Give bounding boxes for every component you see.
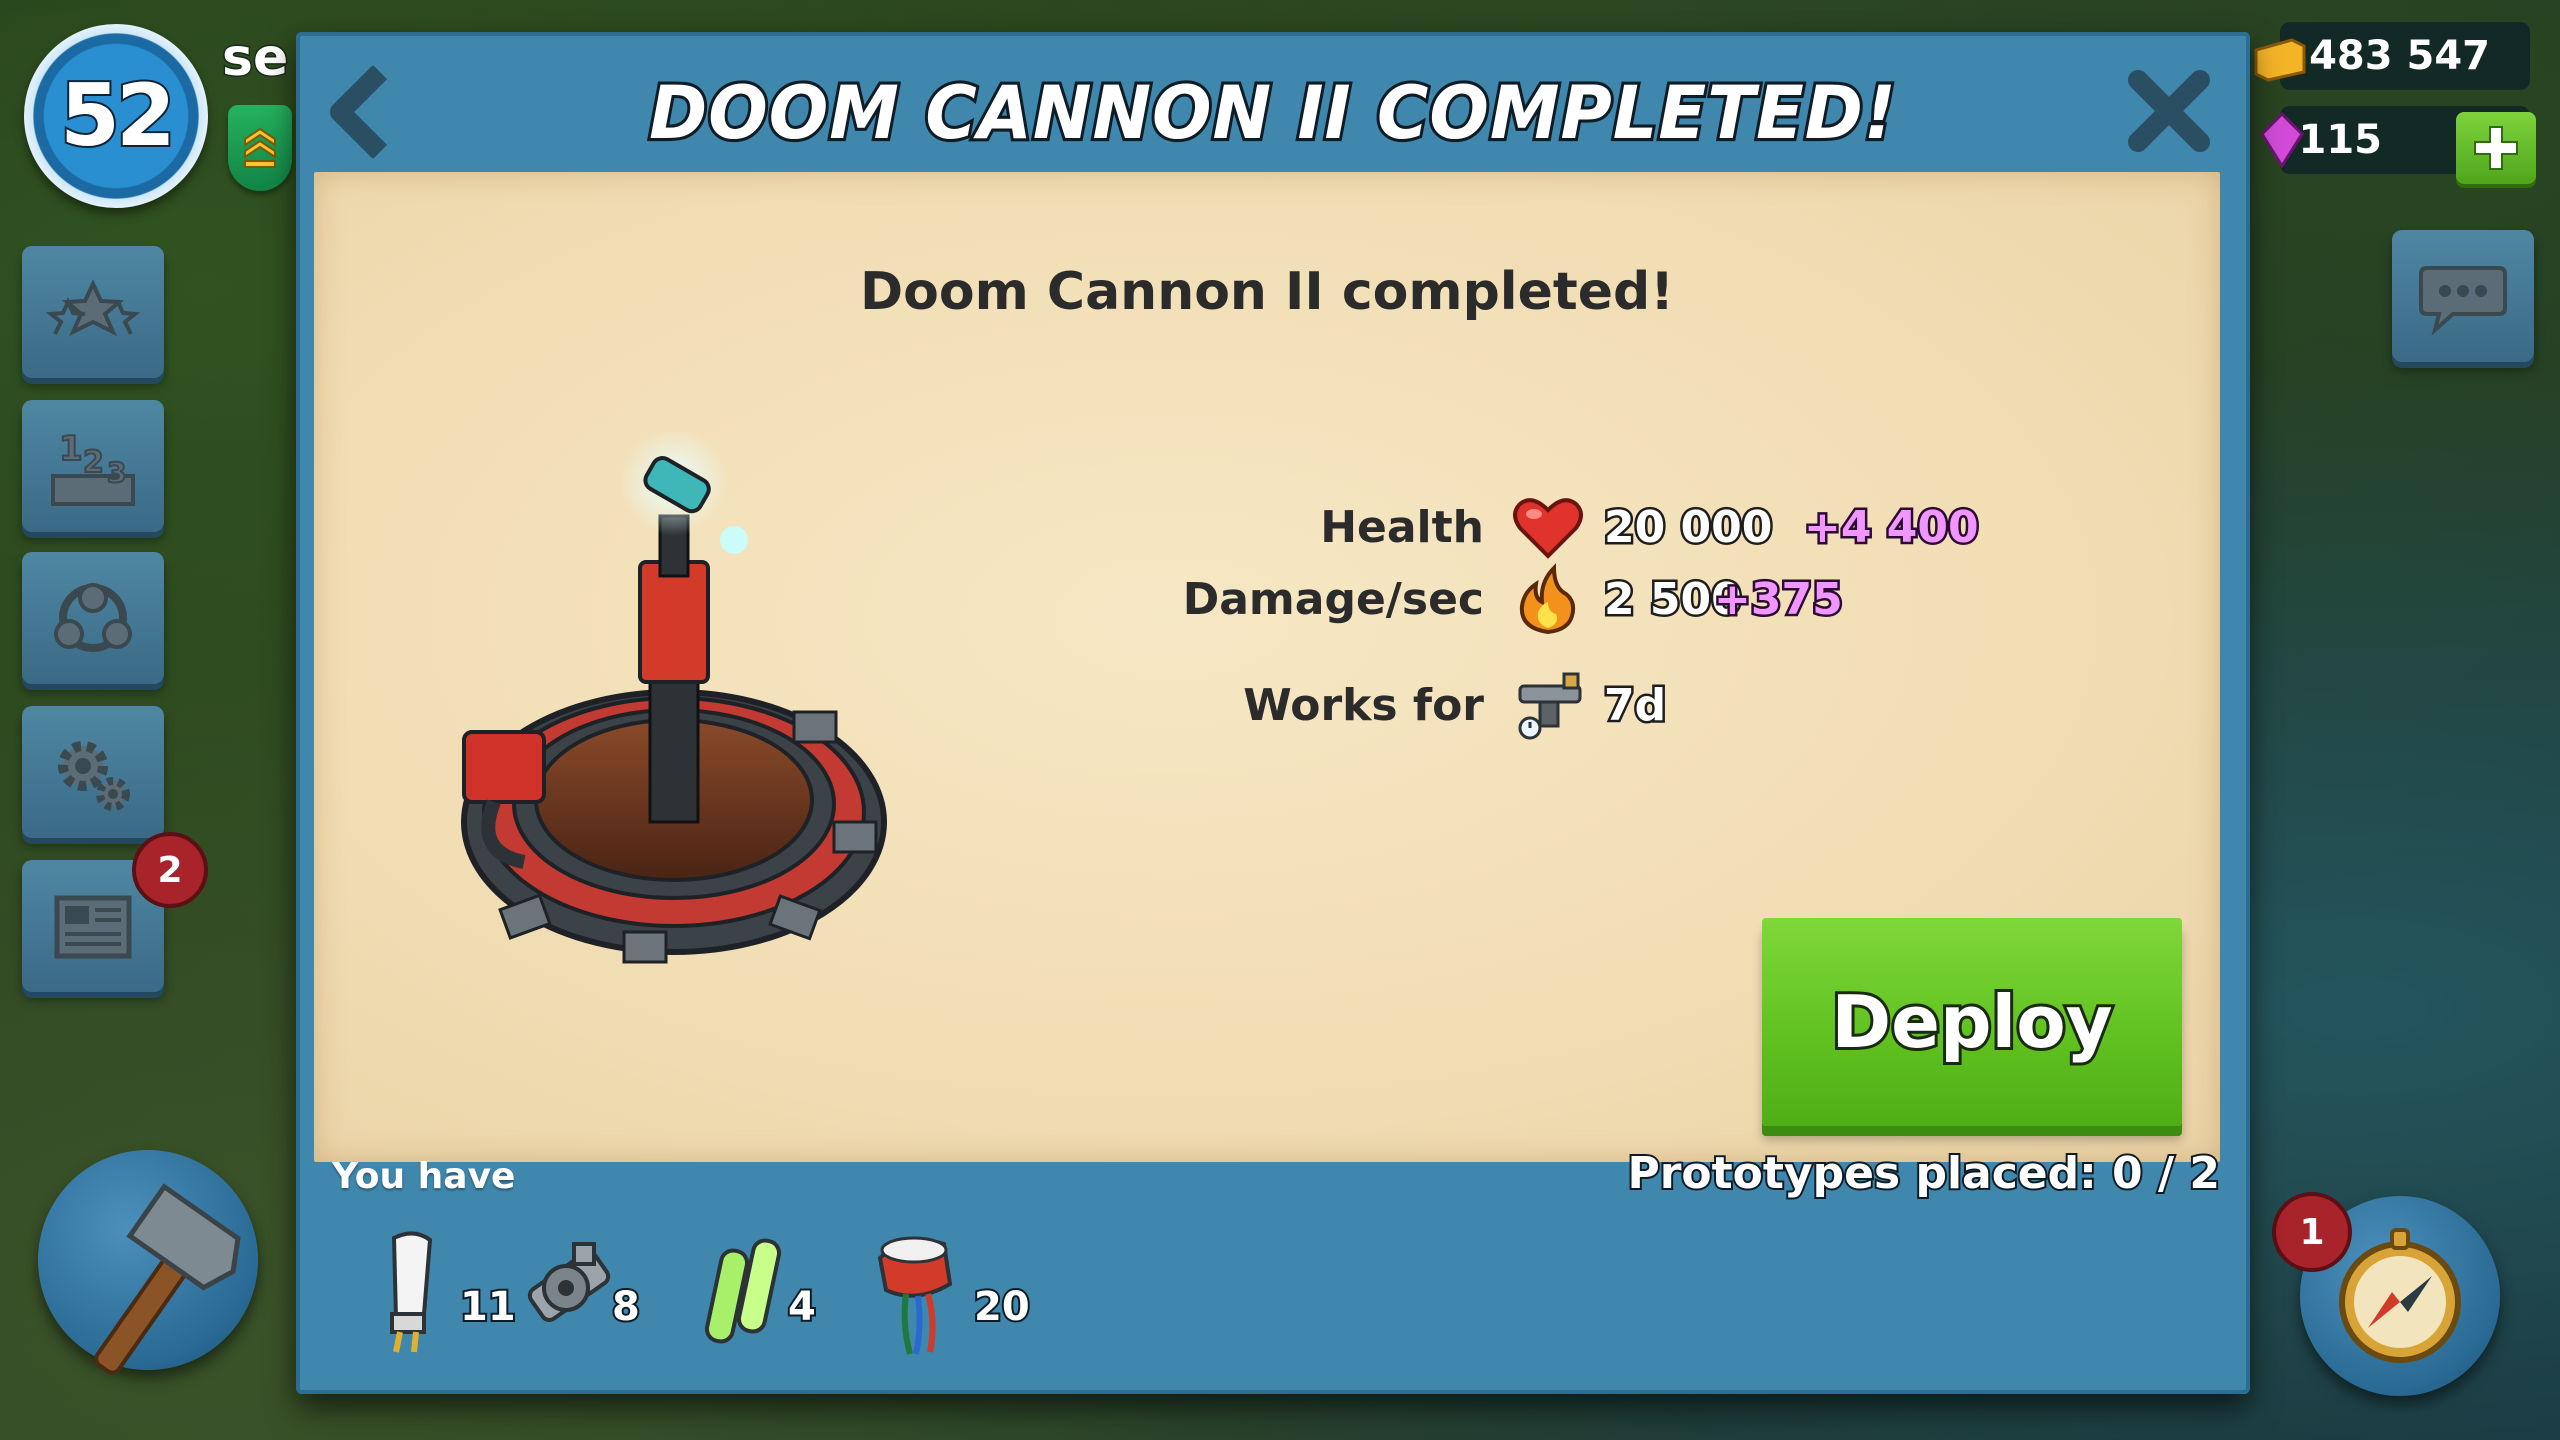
part-fuse: 11 [356, 1228, 536, 1378]
prototype-timer-icon [1518, 672, 1582, 740]
stars-icon [45, 279, 141, 337]
build-button[interactable] [38, 1150, 258, 1375]
player-level-badge[interactable]: 52 [24, 24, 208, 208]
part-count: 4 [786, 1282, 818, 1332]
newspaper-icon [54, 895, 132, 959]
svg-text:2: 2 [83, 445, 104, 480]
stat-value: 7d [1601, 678, 1668, 734]
deploy-button[interactable]: Deploy [1762, 918, 2182, 1126]
part-capacitor: 4 [696, 1228, 856, 1378]
gear-icon [527, 1242, 611, 1322]
part-count: 8 [610, 1282, 642, 1332]
star-button[interactable] [22, 246, 164, 378]
gold-icon [2254, 38, 2306, 82]
prototype-completed-dialog: DOOM CANNON II COMPLETED! Doom Cannon II… [296, 32, 2250, 1394]
stat-label: Damage/sec [1182, 574, 1484, 625]
part-count: 11 [458, 1282, 518, 1332]
deploy-button-label: Deploy [1828, 977, 2115, 1067]
svg-text:1: 1 [59, 429, 83, 469]
dialog-title: DOOM CANNON II COMPLETED! [646, 67, 1899, 159]
hammer-icon [94, 1183, 241, 1375]
part-count: 20 [972, 1282, 1032, 1332]
chat-bubble-icon [2419, 266, 2507, 336]
player-level: 52 [58, 64, 178, 168]
chat-button[interactable] [2392, 230, 2534, 362]
plus-icon [2474, 126, 2518, 170]
diamond-icon [2260, 112, 2304, 168]
stat-label: Health [1320, 502, 1484, 553]
completion-message: Doom Cannon II completed! [860, 262, 1674, 322]
fuse-icon [390, 1231, 433, 1353]
part-gear: 8 [512, 1228, 672, 1378]
gold-amount: 483 547 [2309, 33, 2490, 79]
inventory-label: You have [332, 1156, 516, 1197]
settings-button[interactable] [22, 706, 164, 838]
gear-icon [58, 741, 130, 811]
close-icon[interactable] [2124, 66, 2214, 156]
leaderboard-icon: 123 [51, 428, 135, 506]
part-wire: 20 [866, 1228, 1046, 1378]
doom-cannon-illustration [461, 432, 887, 964]
news-notification-badge: 2 [132, 832, 208, 908]
stat-value: 20 000 [1601, 500, 1774, 556]
player-name: se [220, 27, 289, 90]
stat-bonus: +4 400 [1802, 500, 1982, 556]
rank-shield-icon[interactable] [228, 105, 292, 191]
gold-counter: 483 547 [2254, 22, 2530, 90]
fire-icon [1519, 563, 1576, 635]
heart-icon [1513, 498, 1583, 559]
map-notification-badge: 1 [2272, 1192, 2352, 1272]
leaderboard-button[interactable]: 123 [22, 400, 164, 532]
wire-icon [877, 1236, 953, 1355]
buy-diamonds-button[interactable] [2456, 112, 2536, 184]
svg-text:3: 3 [107, 456, 126, 489]
stat-bonus: +375 [1712, 572, 1846, 628]
diamond-amount: 115 [2298, 117, 2383, 163]
back-arrow-icon[interactable] [324, 66, 396, 158]
task-force-icon [54, 583, 132, 652]
prototypes-placed: Prototypes placed: 0 / 2 [1625, 1146, 2222, 1201]
task-force-button[interactable] [22, 552, 164, 684]
stat-label: Works for [1243, 680, 1484, 731]
info-panel: Doom Cannon II completed! Health 20 000 … [314, 172, 2220, 1162]
